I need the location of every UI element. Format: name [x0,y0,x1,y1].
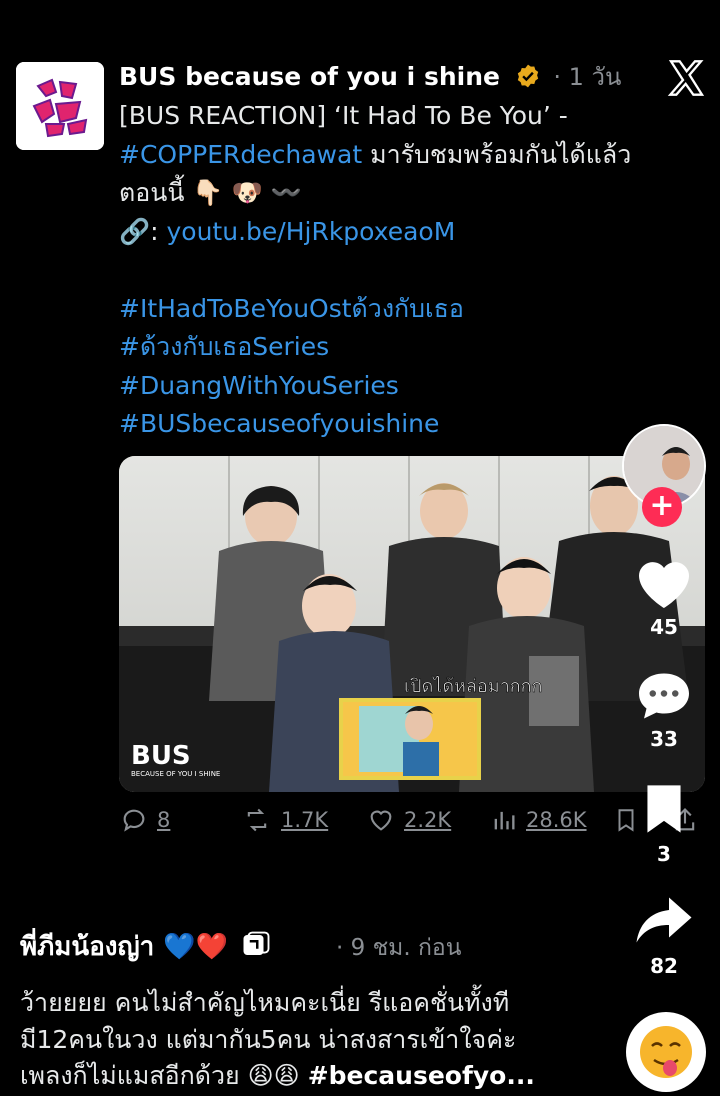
tweet-text: [BUS REACTION] ‘It Had To Be You’ - #COP… [119,97,699,444]
tweet-actions: 8 1.7K 2.2K 28.6K [119,806,709,842]
bookmark-icon [618,809,634,832]
comment-line-1: ว้ายยยย คนไม่สำคัญไหมคะเนี่ย รีแอคชั่นทั… [20,988,510,1017]
tweet-line-4: 🔗: youtu.be/HjRkpoxeaoM [119,213,699,252]
comment-line-2: มี12คนในวง แต่มากัน5คน น่าสงสารเข้าใจค่ะ [20,1024,517,1054]
verified-badge-icon [517,64,538,88]
reply-icon [123,809,145,832]
tweet-line-1: [BUS REACTION] ‘It Had To Be You’ - [119,101,568,130]
tweet-line-3: ตอนนี้ 👇🏻 🐶 〰️ [119,178,302,207]
comment-time: · 9 ชม. ก่อน [336,935,462,961]
save-count-rail: 3 [657,842,671,866]
comment-author[interactable]: พี่ภีมน้องญ่า [20,932,154,962]
reply-button[interactable]: 8 [119,806,170,834]
comment-header: พี่ภีมน้องญ่า 💙❤️ [20,926,271,967]
comment-text: ว้ายยยย คนไม่สำคัญไหมคะเนี่ย รีแอคชั่นทั… [20,985,610,1095]
bookmark-rail-icon[interactable] [640,783,688,835]
like-count: 2.2K [404,808,452,832]
heart-icon[interactable] [634,555,694,611]
youtube-link[interactable]: youtu.be/HjRkpoxeaoM [167,217,456,246]
comment-icon[interactable] [634,668,694,724]
hashtag-ithadtobeyou[interactable]: #ItHadToBeYouOstด้วงกับเธอ [119,290,699,329]
comment-line-3: เพลงก็ไม่แมสอีกด้วย 😩😩 #becauseofyo... [20,1061,535,1090]
x-logo-icon[interactable] [666,58,706,98]
bus-watermark-sub: BECAUSE OF YOU I SHINE [131,770,220,778]
tweet-time: · 1 วัน [553,63,622,91]
comment-count-rail: 33 [650,727,678,751]
reply-count: 8 [157,808,171,832]
share-count-rail: 82 [650,954,678,978]
tweet-header: BUS because of you i shine · 1 วัน [119,57,621,96]
hashtag-bus[interactable]: #BUSbecauseofyouishine [119,405,699,444]
author-name[interactable]: BUS because of you i shine [119,62,500,91]
emoji-reaction-button[interactable] [626,1012,706,1092]
views-icon [494,811,515,830]
hashtag-duang-series[interactable]: #ด้วงกับเธอSeries [119,328,699,367]
repost-square-icon [243,931,270,955]
bookmark-button[interactable] [613,806,639,834]
retweet-button[interactable]: 1.7K [241,806,328,834]
link-icon: 🔗: [119,216,167,246]
retweet-count: 1.7K [281,808,329,832]
hashtag-duangwithyou[interactable]: #DuangWithYouSeries [119,367,699,406]
views-count: 28.6K [526,808,587,832]
author-avatar[interactable] [16,62,104,150]
heart-emojis: 💙❤️ [163,932,229,962]
views-button[interactable]: 28.6K [490,806,587,834]
tweet-video-thumbnail[interactable]: เปิดได้หล่อมากกก BUS BECAUSE OF YOU I SH… [119,456,705,792]
like-count-rail: 45 [650,615,678,639]
like-button[interactable]: 2.2K [366,806,451,834]
bus-logo-icon [16,62,104,150]
comment-hashtag[interactable]: #becauseofyo... [308,1061,535,1090]
tweet-line-2: #COPPERdechawat มารับชมพร้อมกันได้แล้ว [119,139,632,169]
bus-watermark: BUS [131,741,191,771]
video-caption: เปิดได้หล่อมากกก [404,675,542,697]
share-arrow-icon[interactable] [634,892,694,948]
video-frame: เปิดได้หล่อมากกก BUS BECAUSE OF YOU I SH… [119,456,705,792]
hashtag-copper[interactable]: #COPPERdechawat [119,140,362,169]
tongue-face-emoji-icon [640,1026,692,1078]
follow-plus-button[interactable]: + [642,487,682,527]
like-icon [370,810,392,831]
retweet-icon [247,808,267,832]
